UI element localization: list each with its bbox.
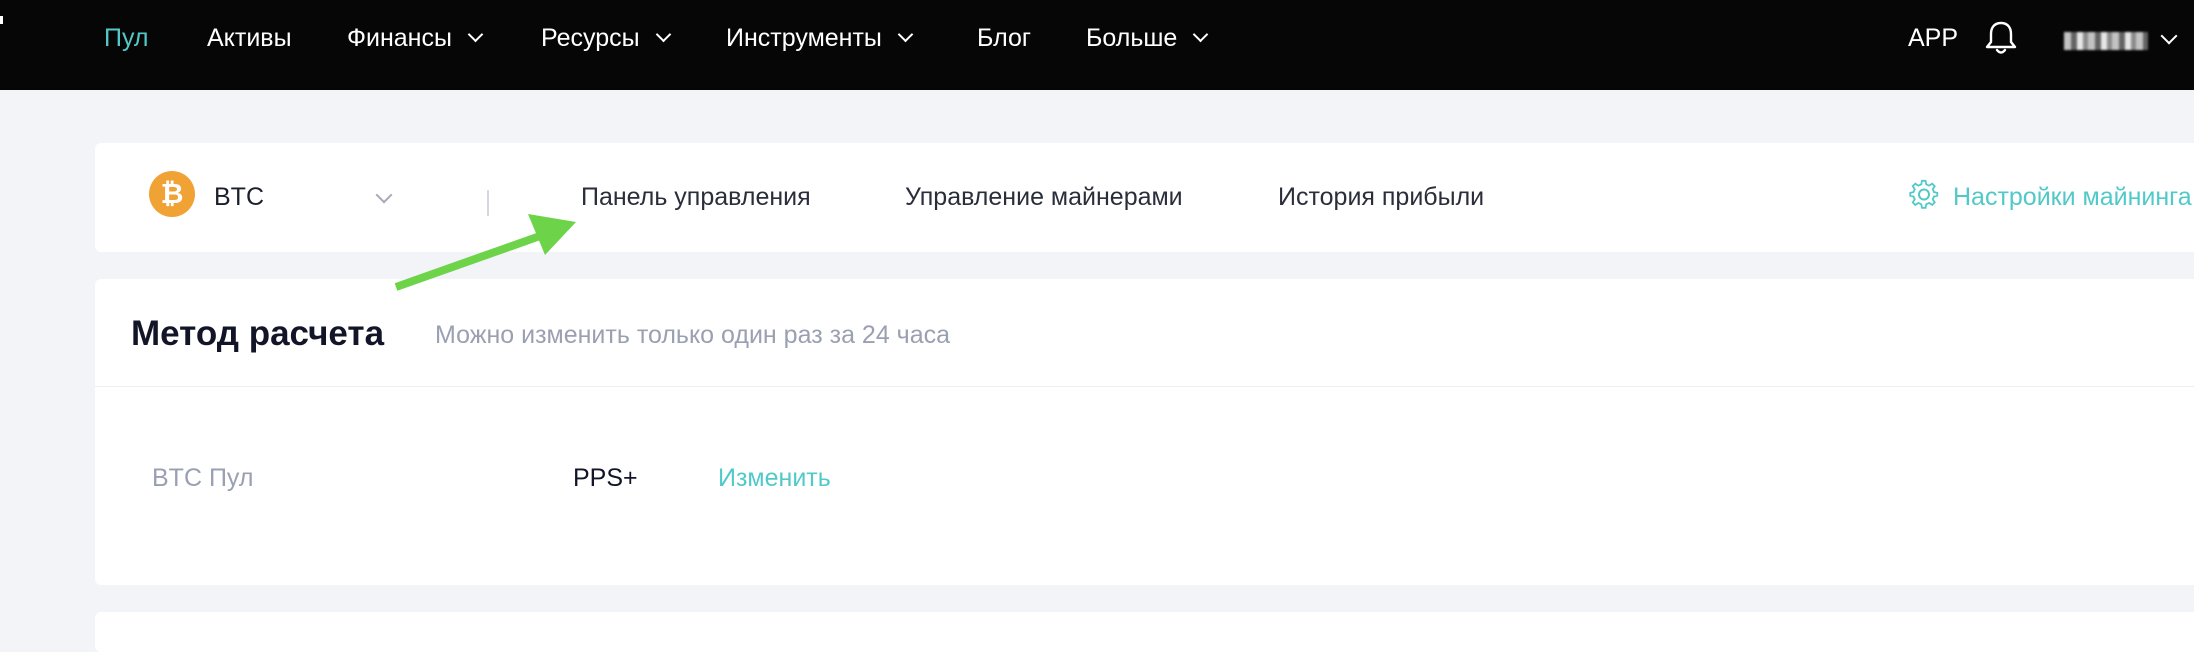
user-avatar-blurred[interactable] — [2064, 32, 2148, 50]
divider — [487, 190, 489, 216]
gear-icon[interactable] — [1908, 179, 1940, 211]
nav-item-label: Блог — [977, 24, 1032, 52]
chevron-down-icon — [897, 26, 914, 43]
tab-earnings-history[interactable]: История прибыли — [1278, 183, 1484, 212]
chevron-down-icon — [467, 26, 484, 43]
tab-miner-management[interactable]: Управление майнерами — [905, 183, 1183, 212]
divider — [95, 386, 2194, 387]
tab-label: История прибыли — [1278, 183, 1485, 211]
app-label: APP — [1908, 24, 1959, 52]
nav-item-label: Активы — [207, 24, 292, 52]
tab-label: Панель управления — [581, 183, 811, 211]
nav-item-resources[interactable]: Ресурсы — [541, 0, 671, 76]
tab-dashboard[interactable]: Панель управления — [581, 183, 811, 212]
settlement-method-card: Метод расчета Можно изменить только один… — [95, 279, 2194, 585]
chevron-down-icon — [655, 26, 671, 43]
nav-item-label: Пул — [104, 24, 149, 52]
nav-item-blog[interactable]: Блог — [977, 0, 1031, 76]
nav-item-finance[interactable]: Финансы — [347, 0, 484, 76]
top-navbar: Пул Активы Финансы Ресурсы Инструменты Б… — [0, 0, 2194, 90]
next-card — [95, 612, 2194, 652]
section-title: Метод расчета — [131, 314, 385, 353]
nav-item-pool[interactable]: Пул — [104, 0, 149, 76]
chevron-down-icon[interactable] — [2160, 27, 2178, 45]
nav-item-assets[interactable]: Активы — [207, 0, 292, 76]
nav-item-tools[interactable]: Инструменты — [726, 0, 914, 76]
chevron-down-icon[interactable] — [375, 186, 393, 204]
nav-item-label: Больше — [1086, 24, 1178, 52]
mining-settings-link[interactable]: Настройки майнинга — [1953, 183, 2192, 212]
section-note: Можно изменить только один раз за 24 час… — [435, 321, 951, 349]
nav-item-more[interactable]: Больше — [1086, 0, 1209, 76]
settlement-method-value: PPS+ — [573, 464, 638, 492]
change-method-link[interactable]: Изменить — [718, 464, 831, 493]
dashboard-tab-bar: ₿ BTC Панель управления Управление майне… — [95, 143, 2194, 252]
nav-item-label: Финансы — [347, 24, 452, 52]
bitcoin-icon: ₿ — [149, 171, 195, 217]
tab-label: Управление майнерами — [905, 183, 1183, 211]
coin-selector[interactable]: BTC — [214, 183, 264, 212]
chevron-down-icon — [1193, 26, 1209, 43]
app-link[interactable]: APP — [1908, 0, 1958, 76]
nav-item-label: Инструменты — [726, 24, 882, 52]
corner-mark — [0, 16, 3, 24]
bell-icon[interactable] — [1984, 20, 2018, 56]
nav-item-label: Ресурсы — [541, 24, 640, 52]
pool-label: BTC Пул — [152, 464, 254, 492]
